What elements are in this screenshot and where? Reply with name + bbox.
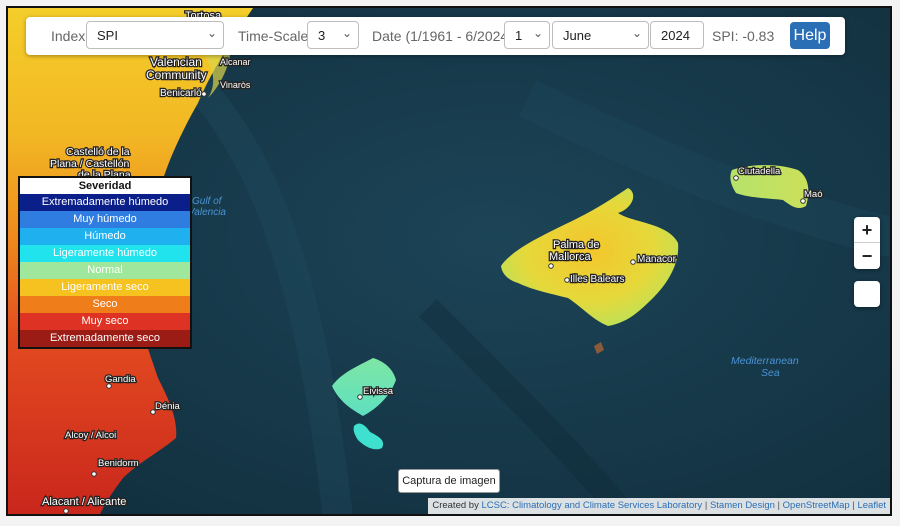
legend-item: Ligeramente húmedo — [20, 245, 190, 262]
label-eivissa: Eivissa — [363, 386, 394, 397]
city-dot-eivissa — [357, 394, 363, 400]
legend-item: Muy húmedo — [20, 211, 190, 228]
attribution-separator: | — [777, 500, 780, 511]
layer-toggle-button[interactable] — [854, 281, 880, 307]
legend-item: Ligeramente seco — [20, 279, 190, 296]
attribution-lcsc-link[interactable]: LCSC: Climatology and Climate Services L… — [481, 500, 702, 511]
severity-legend: Severidad Extremadamente húmedo Muy húmed… — [18, 176, 192, 349]
label-castello-1: Castelló de la — [66, 146, 130, 158]
attribution-stamen-link[interactable]: Stamen Design — [710, 500, 775, 511]
chevron-down-icon: ⌄ — [631, 26, 642, 40]
city-dot-vinaros — [201, 91, 207, 97]
zoom-in-button[interactable]: + — [854, 217, 880, 243]
label-gulf-1: Gulf of — [192, 196, 223, 207]
legend-item: Seco — [20, 296, 190, 313]
day-select[interactable]: 1 ⌄ — [504, 21, 550, 49]
attribution-osm-link[interactable]: OpenStreetMap — [783, 500, 850, 511]
label-mediterranean: Mediterranean — [731, 355, 799, 367]
legend-item: Extremadamente seco — [20, 330, 190, 347]
city-dot-palma — [548, 263, 554, 269]
city-dot-mao — [800, 198, 806, 204]
attribution-prefix: Created by — [432, 500, 479, 511]
timescale-select-value: 3 — [318, 28, 326, 43]
attribution-bar: Created by LCSC: Climatology and Climate… — [428, 498, 890, 514]
index-select-value: SPI — [97, 28, 118, 43]
label-alcoy: Alcoy / Alcoi — [65, 430, 116, 441]
label-gulf-2: Valencia — [188, 207, 226, 218]
month-select[interactable]: June ⌄ — [552, 21, 649, 49]
timescale-label: Time-Scale — [238, 28, 309, 44]
help-button[interactable]: Help — [790, 22, 830, 49]
attribution-separator: | — [704, 500, 708, 511]
label-sea: Sea — [761, 367, 780, 379]
label-manacor: Manacor — [637, 254, 677, 265]
attribution-separator: | — [852, 500, 855, 511]
label-benidorm: Benidorm — [98, 458, 139, 469]
label-vinaros: Vinaròs — [220, 80, 251, 90]
label-ciutadella: Ciutadella — [738, 166, 781, 177]
index-select[interactable]: SPI ⌄ — [86, 21, 224, 49]
year-input-value: 2024 — [661, 28, 690, 43]
year-input[interactable]: 2024 — [650, 21, 704, 49]
day-select-value: 1 — [515, 28, 523, 43]
legend-item: Normal — [20, 262, 190, 279]
label-community: Community — [146, 68, 207, 82]
label-alacant: Alacant / Alicante — [42, 496, 126, 508]
control-bar: Index SPI ⌄ Time-Scale 3 ⌄ Date (1/1961 … — [26, 17, 845, 55]
chevron-down-icon: ⌄ — [341, 26, 352, 40]
legend-item: Muy seco — [20, 313, 190, 330]
zoom-control: + − — [854, 217, 880, 269]
label-palma-1: Palma de — [553, 239, 599, 251]
legend-title: Severidad — [20, 178, 190, 194]
index-label: Index — [51, 28, 86, 44]
chevron-down-icon: ⌄ — [206, 26, 217, 40]
city-dot-benidorm — [91, 471, 97, 477]
label-palma-2: Mallorca — [549, 251, 591, 263]
legend-rows: Extremadamente húmedo Muy húmedo Húmedo Lig… — [20, 194, 190, 347]
city-dot-illes — [564, 277, 570, 283]
label-mao: Maó — [804, 189, 822, 200]
date-label: Date (1/1961 - 6/2024) — [372, 28, 513, 44]
month-select-value: June — [563, 28, 592, 43]
zoom-out-button[interactable]: − — [854, 243, 880, 269]
legend-item: Extremadamente húmedo — [20, 194, 190, 211]
spi-readout: SPI: -0.83 — [712, 28, 775, 44]
legend-item: Húmedo — [20, 228, 190, 245]
map-frame[interactable]: Tortosa Valencian Community Alcanar Beni… — [6, 6, 892, 516]
label-alcanar: Alcanar — [220, 57, 251, 67]
label-denia: Dénia — [155, 401, 181, 412]
city-dot-denia — [150, 409, 156, 415]
attribution-leaflet-link[interactable]: Leaflet — [857, 500, 886, 511]
label-benicarlo: Benicarló — [160, 88, 202, 99]
label-illes-balears: Illes Balears — [570, 274, 624, 285]
capture-image-button[interactable]: Captura de imagen — [398, 469, 500, 493]
timescale-select[interactable]: 3 ⌄ — [307, 21, 359, 49]
city-dot-manacor — [630, 259, 636, 265]
city-dot-ciutadella — [733, 175, 739, 181]
label-valencian: Valencian — [150, 55, 202, 69]
city-dot-alacant — [63, 508, 69, 514]
city-dot-gandia — [106, 383, 112, 389]
chevron-down-icon: ⌄ — [532, 26, 543, 40]
